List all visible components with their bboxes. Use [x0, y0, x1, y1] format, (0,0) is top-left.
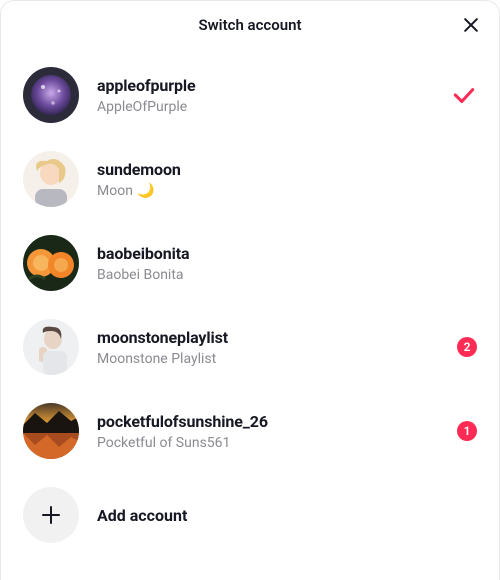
switch-account-sheet: Switch account appleofpurple AppleOfPurp… [0, 0, 500, 580]
moon-icon: 🌙 [137, 183, 154, 199]
account-row-baobeibonita[interactable]: baobeibonita Baobei Bonita [1, 221, 499, 305]
account-username: baobeibonita [97, 244, 459, 263]
account-info: baobeibonita Baobei Bonita [97, 244, 459, 283]
avatar [23, 319, 79, 375]
account-trailing: 2 [457, 337, 477, 357]
add-account-row[interactable]: Add account [1, 473, 499, 557]
account-displayname: Baobei Bonita [97, 267, 459, 283]
notification-badge: 1 [457, 421, 477, 441]
close-button[interactable] [457, 11, 485, 39]
account-username: sundemoon [97, 160, 459, 179]
close-icon [461, 15, 481, 35]
add-account-avatar [23, 487, 79, 543]
avatar [23, 403, 79, 459]
account-list: appleofpurple AppleOfPurple sundemoon Mo… [1, 49, 499, 557]
account-row-appleofpurple[interactable]: appleofpurple AppleOfPurple [1, 53, 499, 137]
add-account-label: Add account [97, 506, 187, 525]
account-displayname: AppleOfPurple [97, 99, 433, 115]
account-row-moonstoneplaylist[interactable]: moonstoneplaylist Moonstone Playlist 2 [1, 305, 499, 389]
avatar [23, 151, 79, 207]
check-icon [451, 82, 477, 108]
account-displayname: Moonstone Playlist [97, 351, 439, 367]
avatar [23, 67, 79, 123]
account-trailing: 1 [457, 421, 477, 441]
account-displayname: Pocketful of Suns561 [97, 435, 439, 451]
notification-badge: 2 [457, 337, 477, 357]
account-row-sundemoon[interactable]: sundemoon Moon 🌙 [1, 137, 499, 221]
avatar [23, 235, 79, 291]
account-username: moonstoneplaylist [97, 328, 439, 347]
account-username: appleofpurple [97, 76, 433, 95]
account-username: pocketfulofsunshine_26 [97, 412, 439, 431]
sheet-header: Switch account [1, 1, 499, 49]
account-trailing [451, 82, 477, 108]
plus-icon [39, 503, 63, 527]
account-row-pocketfulofsunshine[interactable]: pocketfulofsunshine_26 Pocketful of Suns… [1, 389, 499, 473]
account-info: moonstoneplaylist Moonstone Playlist [97, 328, 439, 367]
sheet-title: Switch account [198, 16, 301, 34]
account-info: sundemoon Moon 🌙 [97, 160, 459, 199]
account-displayname: Moon 🌙 [97, 183, 459, 199]
account-info: pocketfulofsunshine_26 Pocketful of Suns… [97, 412, 439, 451]
account-info: appleofpurple AppleOfPurple [97, 76, 433, 115]
